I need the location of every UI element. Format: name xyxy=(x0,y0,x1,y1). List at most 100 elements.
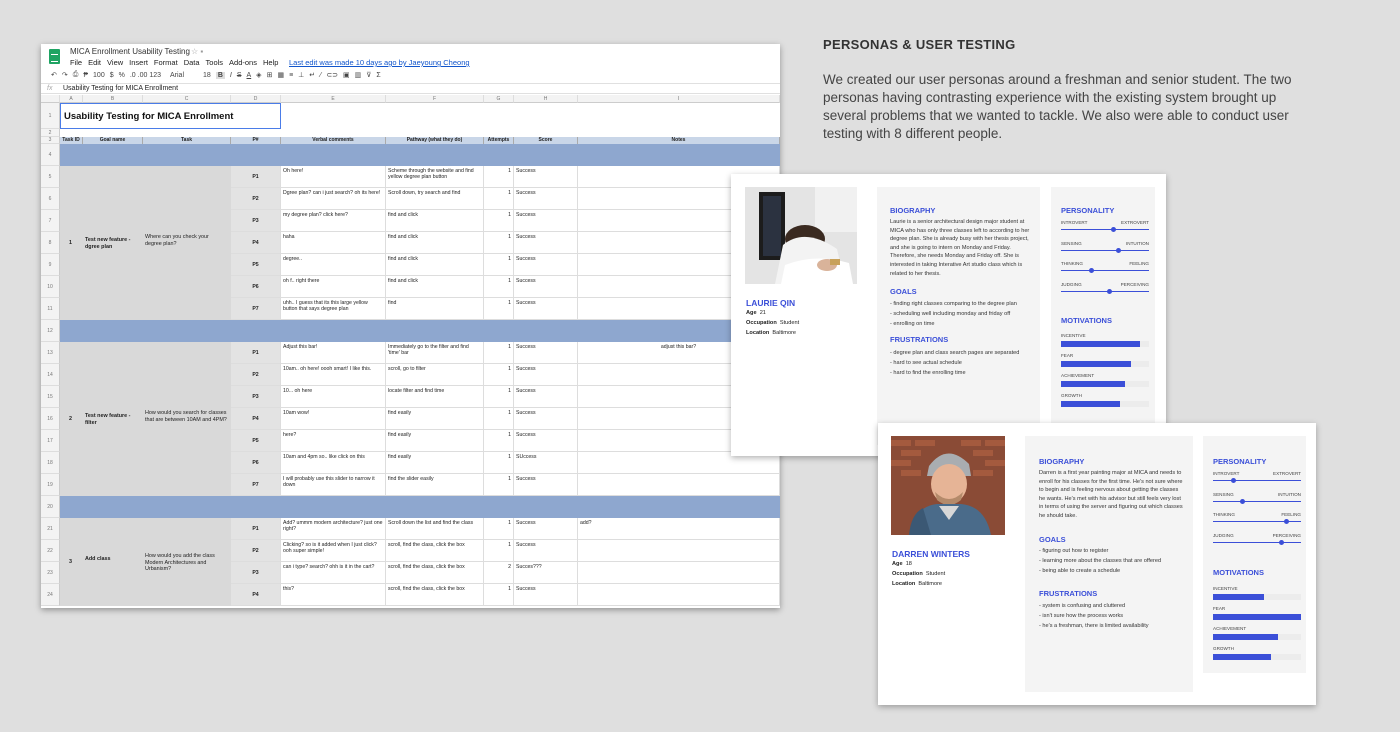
formula-bar[interactable]: fx Usability Testing for MICA Enrollment xyxy=(41,83,780,94)
valign-icon[interactable]: ⊥ xyxy=(298,71,304,79)
attempts-cell[interactable]: 1 xyxy=(484,364,514,386)
score-cell[interactable]: Success xyxy=(514,342,578,364)
pathway-cell[interactable]: find the slider easily xyxy=(386,474,484,496)
verbal-comment-cell[interactable]: 10... oh here xyxy=(281,386,386,408)
column-header-f[interactable]: F xyxy=(386,95,484,103)
score-cell[interactable]: Succes??? xyxy=(514,562,578,584)
row-number[interactable]: 5 xyxy=(41,166,60,188)
bold-button[interactable]: B xyxy=(215,71,225,79)
participant-cell[interactable]: P2 xyxy=(231,540,281,562)
column-header-a[interactable]: A xyxy=(60,95,83,103)
pathway-cell[interactable]: find and click xyxy=(386,232,484,254)
participant-cell[interactable]: P5 xyxy=(231,430,281,452)
menu-item-insert[interactable]: Insert xyxy=(129,58,148,67)
pathway-cell[interactable]: find xyxy=(386,298,484,320)
star-folder-icons[interactable]: ☆ ▪ xyxy=(191,47,203,56)
verbal-comment-cell[interactable]: uhh.. I guess that its this large yellow… xyxy=(281,298,386,320)
select-all-corner[interactable] xyxy=(41,95,60,103)
row-number[interactable]: 20 xyxy=(41,496,60,518)
attempts-cell[interactable]: 1 xyxy=(484,276,514,298)
sheet-title-cell[interactable]: Usability Testing for MICA Enrollment xyxy=(60,103,281,129)
notes-cell[interactable] xyxy=(578,540,780,562)
pathway-cell[interactable]: find and click xyxy=(386,276,484,298)
score-cell[interactable]: Success xyxy=(514,298,578,320)
row-number[interactable]: 19 xyxy=(41,474,60,496)
participant-cell[interactable]: P4 xyxy=(231,408,281,430)
header-cell[interactable]: Notes xyxy=(578,137,780,144)
verbal-comment-cell[interactable]: haha xyxy=(281,232,386,254)
attempts-cell[interactable]: 1 xyxy=(484,540,514,562)
row-number[interactable]: 8 xyxy=(41,232,60,254)
participant-cell[interactable]: P6 xyxy=(231,452,281,474)
participant-cell[interactable]: P1 xyxy=(231,342,281,364)
row-number[interactable]: 11 xyxy=(41,298,60,320)
verbal-comment-cell[interactable]: Dgree plan? can i just search? oh its he… xyxy=(281,188,386,210)
sheets-logo-icon[interactable] xyxy=(49,49,60,64)
verbal-comment-cell[interactable]: Clicking? so is it added when I just cli… xyxy=(281,540,386,562)
italic-icon[interactable]: I xyxy=(230,72,232,79)
attempts-cell[interactable]: 1 xyxy=(484,210,514,232)
verbal-comment-cell[interactable]: this? xyxy=(281,584,386,606)
strikethrough-icon[interactable]: S xyxy=(237,72,242,79)
verbal-comment-cell[interactable]: my degree plan? click here? xyxy=(281,210,386,232)
verbal-comment-cell[interactable]: degree.. xyxy=(281,254,386,276)
score-cell[interactable]: Success xyxy=(514,254,578,276)
row-number[interactable]: 7 xyxy=(41,210,60,232)
header-cell[interactable]: P# xyxy=(231,137,281,144)
participant-cell[interactable]: P2 xyxy=(231,188,281,210)
pathway-cell[interactable]: Scroll down the list and find the class xyxy=(386,518,484,540)
row-number[interactable]: 12 xyxy=(41,320,60,342)
font-size-select[interactable]: 18 xyxy=(203,72,211,79)
header-cell[interactable]: Pathway (what they do) xyxy=(386,137,484,144)
verbal-comment-cell[interactable]: Oh here! xyxy=(281,166,386,188)
row-number[interactable]: 24 xyxy=(41,584,60,606)
row-number[interactable]: 6 xyxy=(41,188,60,210)
column-header-c[interactable]: C xyxy=(143,95,231,103)
verbal-comment-cell[interactable]: can i type? search? ohh is it in the car… xyxy=(281,562,386,584)
notes-cell[interactable] xyxy=(578,474,780,496)
attempts-cell[interactable]: 1 xyxy=(484,254,514,276)
font-select[interactable]: Arial xyxy=(170,72,184,79)
menu-item-data[interactable]: Data xyxy=(184,58,200,67)
menu-item-file[interactable]: File xyxy=(70,58,82,67)
attempts-cell[interactable]: 1 xyxy=(484,188,514,210)
column-header-e[interactable]: E xyxy=(281,95,386,103)
score-cell[interactable]: Success xyxy=(514,408,578,430)
notes-cell[interactable]: add? xyxy=(578,518,780,540)
pathway-cell[interactable]: Scroll down, try search and find xyxy=(386,188,484,210)
pathway-cell[interactable]: Scheme through the website and find yell… xyxy=(386,166,484,188)
row-number[interactable]: 14 xyxy=(41,364,60,386)
merge-icon[interactable]: ▦ xyxy=(277,71,284,79)
score-cell[interactable]: Success xyxy=(514,540,578,562)
participant-cell[interactable]: P4 xyxy=(231,584,281,606)
row-number[interactable]: 10 xyxy=(41,276,60,298)
link-icon[interactable]: ⊂⊃ xyxy=(326,71,338,79)
notes-cell[interactable] xyxy=(578,584,780,606)
pathway-cell[interactable]: locate filter and find time xyxy=(386,386,484,408)
menu-item-view[interactable]: View xyxy=(107,58,123,67)
pathway-cell[interactable]: scroll, find the class, click the box xyxy=(386,584,484,606)
attempts-cell[interactable]: 1 xyxy=(484,518,514,540)
score-cell[interactable]: Success xyxy=(514,188,578,210)
percent-button[interactable]: % xyxy=(119,72,125,79)
verbal-comment-cell[interactable]: Adjust this bar! xyxy=(281,342,386,364)
column-header-g[interactable]: G xyxy=(484,95,514,103)
currency-button[interactable]: $ xyxy=(110,72,114,79)
score-cell[interactable]: Success xyxy=(514,364,578,386)
row-number[interactable]: 18 xyxy=(41,452,60,474)
participant-cell[interactable]: P3 xyxy=(231,210,281,232)
menu-item-addons[interactable]: Add-ons xyxy=(229,58,257,67)
row-number[interactable]: 15 xyxy=(41,386,60,408)
chart-icon[interactable]: ▥ xyxy=(355,71,362,79)
participant-cell[interactable]: P3 xyxy=(231,562,281,584)
row-number[interactable]: 2 xyxy=(41,129,60,137)
align-icon[interactable]: ≡ xyxy=(289,72,293,79)
participant-cell[interactable]: P6 xyxy=(231,276,281,298)
menu-item-tools[interactable]: Tools xyxy=(206,58,224,67)
column-header-h[interactable]: H xyxy=(514,95,578,103)
row-number[interactable]: 1 xyxy=(41,103,60,129)
verbal-comment-cell[interactable]: Add? ummm modern architecture? just one … xyxy=(281,518,386,540)
filter-icon[interactable]: ⊽ xyxy=(366,71,371,79)
attempts-cell[interactable]: 1 xyxy=(484,584,514,606)
header-cell[interactable]: Task xyxy=(143,137,231,144)
